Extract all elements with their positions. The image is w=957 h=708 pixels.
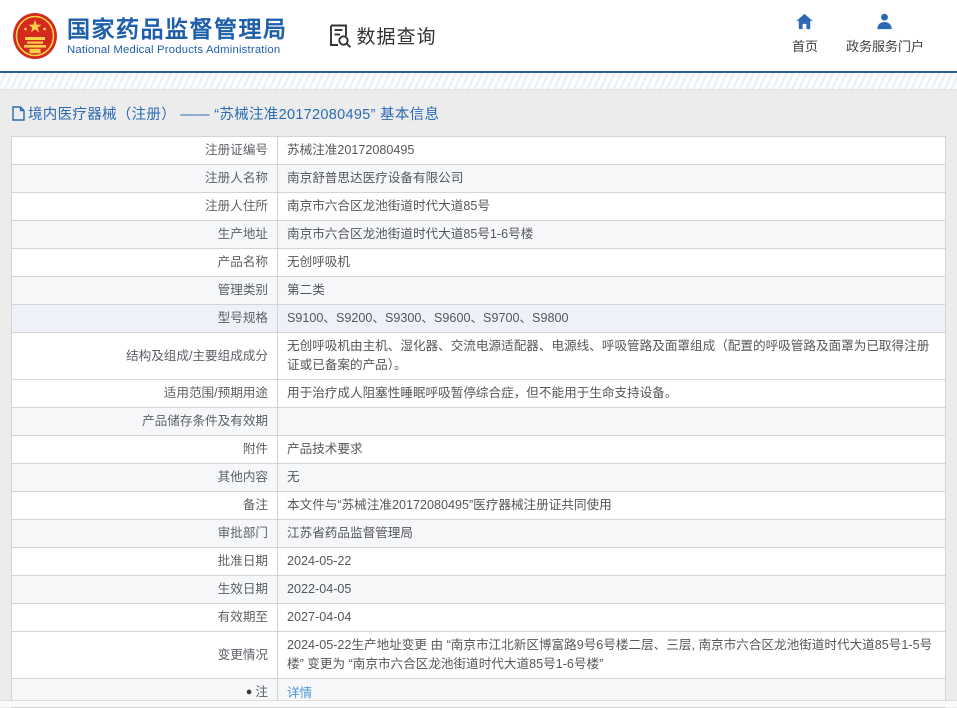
row-label: 生效日期 (11, 575, 278, 604)
page-icon (12, 106, 25, 121)
row-value: 苏械注准20172080495 (277, 136, 946, 165)
row-value: 无创呼吸机由主机、湿化器、交流电源适配器、电源线、呼吸管路及面罩组成（配置的呼吸… (277, 332, 946, 380)
table-row: 备注 本文件与“苏械注准20172080495”医疗器械注册证共同使用 (11, 491, 946, 520)
user-icon (877, 13, 893, 30)
page: 国家药品监督管理局 National Medical Products Admi… (0, 0, 957, 708)
document-search-icon (329, 24, 351, 48)
row-value: 南京市六合区龙池街道时代大道85号1-6号楼 (277, 220, 946, 249)
table-row: 附件 产品技术要求 (11, 435, 946, 464)
row-label: 注册人名称 (11, 164, 278, 193)
info-table-body: 注册证编号 苏械注准20172080495 注册人名称 南京舒普思达医疗设备有限公司注… (11, 136, 946, 708)
national-emblem-icon (13, 12, 57, 59)
table-row: 生产地址 南京市六合区龙池街道时代大道85号1-6号楼 (11, 220, 946, 249)
row-label: 结构及组成/主要组成成分 (11, 332, 278, 380)
nav-home[interactable]: 首页 (792, 12, 818, 55)
row-value: 2022-04-05 (277, 575, 946, 604)
row-value: 无创呼吸机 (277, 248, 946, 277)
page-title-text: 境内医疗器械（注册） —— “苏械注准20172080495” 基本信息 (28, 107, 440, 123)
row-value: 2024-05-22生产地址变更 由 “南京市江北新区博富路9号6号楼二层、三层… (277, 631, 946, 679)
row-value: 第二类 (277, 276, 946, 305)
nav-gov-portal-label: 政务服务门户 (845, 39, 924, 54)
row-value: 本文件与“苏械注准20172080495”医疗器械注册证共同使用 (277, 491, 946, 520)
table-row: 有效期至 2027-04-04 (11, 603, 946, 632)
footer-strip (0, 700, 957, 707)
row-label: 管理类别 (11, 276, 278, 305)
row-label: 有效期至 (11, 603, 278, 632)
table-row: 结构及组成/主要组成成分 无创呼吸机由主机、湿化器、交流电源适配器、电源线、呼吸管… (11, 332, 946, 380)
table-row: 注册人住所 南京市六合区龙池街道时代大道85号 (11, 192, 946, 221)
row-label: 变更情况 (11, 631, 278, 679)
row-value: S9100、S9200、S9300、S9600、S9700、S9800 (277, 304, 946, 333)
table-row: 产品名称 无创呼吸机 (11, 248, 946, 277)
table-row: 注册人名称 南京舒普思达医疗设备有限公司 (11, 164, 946, 193)
row-label: 产品名称 (11, 248, 278, 277)
row-label: 批准日期 (11, 547, 278, 576)
row-label: 适用范围/预期用途 (11, 379, 278, 408)
detail-link[interactable]: 详情 (287, 686, 312, 700)
row-value (277, 407, 946, 436)
row-value: 产品技术要求 (277, 435, 946, 464)
org-name-cn: 国家药品监督管理局 (67, 15, 288, 42)
data-query-menu[interactable]: 数据查询 (326, 22, 437, 49)
table-row: 产品储存条件及有效期 (11, 407, 946, 436)
row-label: 其他内容 (11, 463, 278, 492)
row-label: 生产地址 (11, 220, 278, 249)
row-label: 产品储存条件及有效期 (11, 407, 278, 436)
org-name-en: National Medical Products Administration (67, 43, 281, 56)
registration-info-table: 注册证编号 苏械注准20172080495 注册人名称 南京舒普思达医疗设备有限公司注… (11, 136, 946, 708)
table-row: 管理类别 第二类 (11, 276, 946, 305)
row-value: 用于治疗成人阻塞性睡眠呼吸暂停综合症，但不能用于生命支持设备。 (277, 379, 946, 408)
page-title: 境内医疗器械（注册） —— “苏械注准20172080495” 基本信息 (12, 103, 957, 124)
table-row: 变更情况 2024-05-22生产地址变更 由 “南京市江北新区博富路9号6号楼二… (11, 631, 946, 679)
row-value: 2027-04-04 (277, 603, 946, 632)
row-value: 江苏省药品监督管理局 (277, 519, 946, 548)
nav-home-label: 首页 (791, 39, 818, 54)
main-content: 境内医疗器械（注册） —— “苏械注准20172080495” 基本信息 注册证… (0, 103, 957, 708)
table-row: 适用范围/预期用途 用于治疗成人阻塞性睡眠呼吸暂停综合症，但不能用于生命支持设备。 (11, 379, 946, 408)
row-value: 2024-05-22 (277, 547, 946, 576)
row-label: 注册证编号 (11, 136, 278, 165)
table-row: 批准日期 2024-05-22 (11, 547, 946, 576)
table-row: 型号规格 S9100、S9200、S9300、S9600、S9700、S9800 (11, 304, 946, 333)
top-nav: 首页 政务服务门户 (792, 12, 924, 55)
row-value: 南京市六合区龙池街道时代大道85号 (277, 192, 946, 221)
logo-text: 国家药品监督管理局 National Medical Products Admi… (67, 16, 288, 56)
nav-gov-portal[interactable]: 政务服务门户 (846, 12, 924, 55)
row-label: 备注 (11, 491, 278, 520)
data-query-label: 数据查询 (356, 27, 437, 48)
table-row: 生效日期 2022-04-05 (11, 575, 946, 604)
row-label: 注册人住所 (11, 192, 278, 221)
table-row: 注册证编号 苏械注准20172080495 (11, 136, 946, 165)
table-row: 其他内容无 (11, 463, 946, 492)
nmpa-logo[interactable]: 国家药品监督管理局 National Medical Products Admi… (12, 12, 288, 60)
site-header: 国家药品监督管理局 National Medical Products Admi… (0, 0, 957, 73)
row-value: 南京舒普思达医疗设备有限公司 (277, 164, 946, 193)
decorative-stripe-band (0, 73, 957, 90)
row-label: 附件 (11, 435, 278, 464)
row-value: 无 (277, 463, 946, 492)
table-row: 审批部门 江苏省药品监督管理局 (11, 519, 946, 548)
row-label: 审批部门 (11, 519, 278, 548)
home-icon (796, 13, 814, 30)
row-label: 型号规格 (11, 304, 278, 333)
